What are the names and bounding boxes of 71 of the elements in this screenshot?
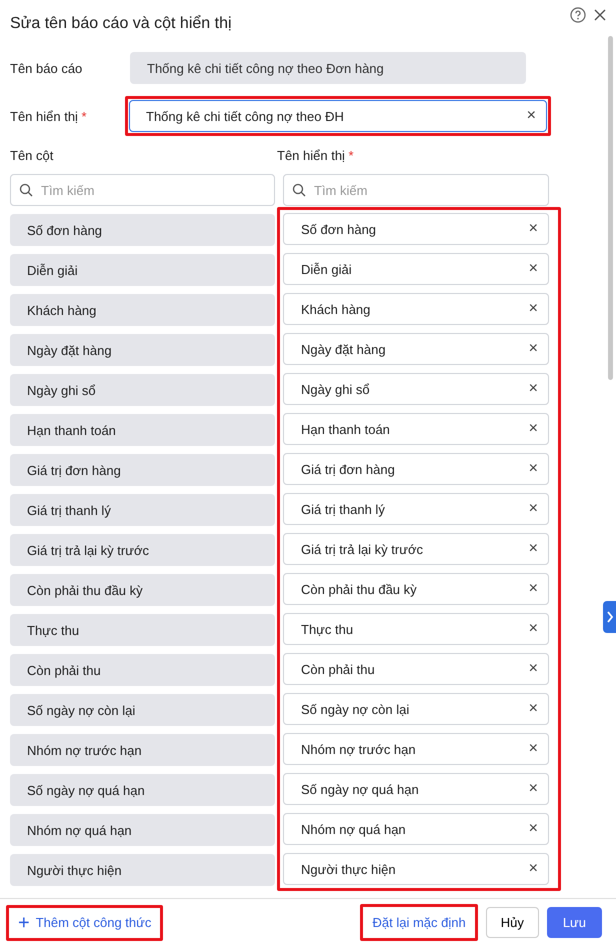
clear-button[interactable]: × [528,660,538,678]
clear-button[interactable]: × [528,420,538,438]
display-name-input[interactable]: Còn phải thu đầu kỳ × [283,573,549,605]
field-label: Tên báo cáo [10,60,84,76]
scrollbar[interactable] [608,36,613,380]
display-name-input[interactable]: Thực thu × [283,613,549,645]
column-name: Nhóm nợ trước hạn [10,734,275,766]
column-name: Người thực hiện [10,854,275,886]
column-name: Giá trị đơn hàng [10,454,275,486]
search-icon [292,183,306,197]
column-name: Hạn thanh toán [10,414,275,446]
column-name: Khách hàng [10,294,275,326]
clear-button[interactable]: × [528,820,538,838]
display-name-input[interactable]: Còn phải thu × [283,653,549,685]
save-button[interactable]: Lưu [546,907,602,938]
display-name-input[interactable]: Giá trị trả lại kỳ trước × [283,533,549,565]
display-name-input[interactable]: Số đơn hàng × [283,213,549,245]
column-name: Thực thu [10,614,275,646]
clear-button[interactable]: × [528,860,538,878]
clear-button[interactable]: × [528,780,538,798]
search-field[interactable]: Tìm kiếm [283,174,549,206]
help-icon[interactable] [570,7,586,23]
clear-button[interactable]: × [528,740,538,758]
display-name-input[interactable]: Diễn giải × [283,253,549,285]
column-name: Số đơn hàng [10,214,275,246]
clear-button[interactable]: × [528,500,538,518]
column-name: Còn phải thu đầu kỳ [10,574,275,606]
clear-button[interactable]: × [528,620,538,638]
column-name: Số ngày nợ còn lại [10,694,275,726]
display-name-input[interactable]: Nhóm nợ trước hạn × [283,733,549,765]
column-label: Tên cột [10,148,54,165]
display-name-input[interactable]: Giá trị thanh lý × [283,493,549,525]
column-name: Ngày đặt hàng [10,334,275,366]
cancel-button[interactable]: Hủy [486,907,539,938]
clear-button[interactable]: × [528,220,538,238]
clear-button[interactable]: × [528,580,538,598]
column-name: Giá trị thanh lý [10,494,275,526]
search-icon [19,183,33,197]
reset-button[interactable]: Đặt lại mặc định [364,908,474,937]
display-name-input[interactable]: Giá trị đơn hàng × [283,453,549,485]
chevron-right-icon [606,611,614,623]
close-icon[interactable] [594,9,606,21]
search-field[interactable]: Tìm kiếm [10,174,275,206]
dialog-title: Sửa tên báo cáo và cột hiển thị [10,15,232,33]
clear-button[interactable]: × [528,380,538,398]
display-name-input[interactable]: Nhóm nợ quá hạn × [283,813,549,845]
column-name: Số ngày nợ quá hạn [10,774,275,806]
display-name-input[interactable]: Người thực hiện × [283,853,549,885]
display-name-input[interactable]: Số ngày nợ còn lại × [283,693,549,725]
display-name-input[interactable]: Số ngày nợ quá hạn × [283,773,549,805]
clear-button[interactable]: × [528,460,538,478]
column-label: Tên hiển thị * [277,148,355,165]
column-name: Còn phải thu [10,654,275,686]
clear-button[interactable]: × [528,260,538,278]
display-name-field[interactable]: Thống kê chi tiết công nợ theo ĐH × [129,100,547,132]
clear-button[interactable]: × [526,107,536,125]
column-name: Nhóm nợ quá hạn [10,814,275,846]
field-label: Tên hiển thị * [10,108,88,124]
display-name-input[interactable]: Hạn thanh toán × [283,413,549,445]
display-name-input[interactable]: Ngày đặt hàng × [283,333,549,365]
column-name: Giá trị trả lại kỳ trước [10,534,275,566]
clear-button[interactable]: × [528,540,538,558]
add-formula-button[interactable]: + Thêm cột công thức [10,908,160,936]
display-name-input[interactable]: Khách hàng × [283,293,549,325]
column-name: Ngày ghi sổ [10,374,275,406]
clear-button[interactable]: × [528,300,538,318]
clear-button[interactable]: × [528,700,538,718]
side-tab[interactable] [603,601,616,633]
display-name-input[interactable]: Ngày ghi sổ × [283,373,549,405]
column-name: Diễn giải [10,254,275,286]
clear-button[interactable]: × [528,340,538,358]
